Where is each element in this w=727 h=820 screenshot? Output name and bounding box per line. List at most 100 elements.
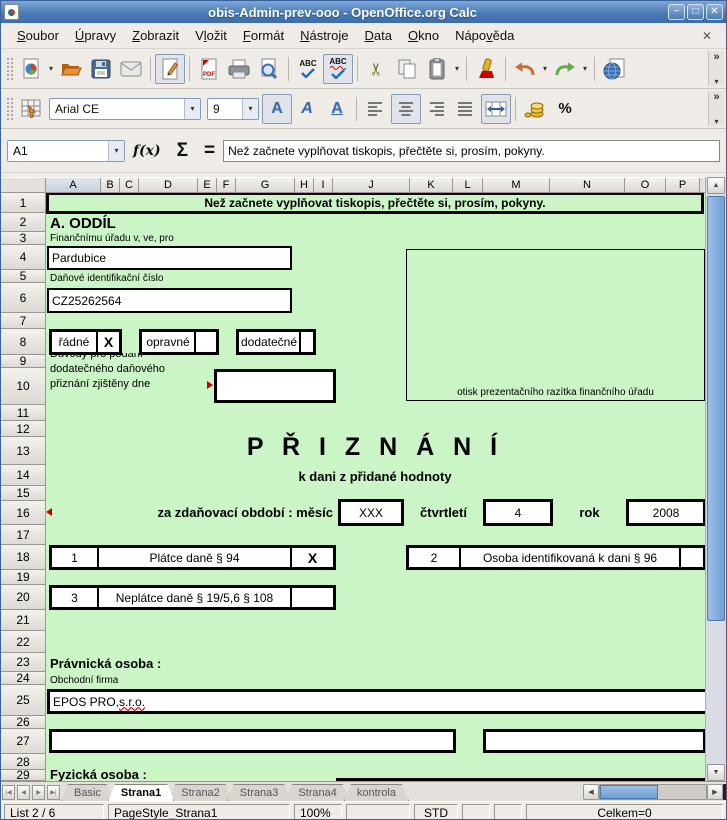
toolbar-grip[interactable] [6, 97, 13, 121]
formula-input[interactable]: Než začnete vyplňovat tiskopis, přečtěte… [223, 140, 720, 162]
type1-check[interactable]: X [290, 548, 333, 567]
sheet-canvas[interactable]: Než začnete vyplňovat tiskopis, přečtěte… [46, 193, 705, 781]
column-header[interactable]: K [410, 178, 453, 192]
equals-icon[interactable]: = [204, 140, 215, 162]
previous-sheet-icon[interactable]: ◀ [17, 785, 30, 800]
bold-button[interactable]: A [262, 94, 292, 124]
column-header[interactable]: D [139, 178, 198, 192]
hyperlink-button[interactable] [599, 54, 629, 84]
name-box-dropdown-icon[interactable]: ▾ [108, 141, 124, 161]
quarter-field[interactable]: 4 [483, 499, 553, 526]
tax-id-field[interactable]: CZ25262564 [47, 288, 292, 313]
row-header[interactable]: 2 [1, 213, 45, 232]
undo-dropdown-icon[interactable]: ▾ [540, 64, 550, 73]
menu-soubor[interactable]: Soubor [9, 25, 67, 46]
menu-napoveda[interactable]: Nápověda [447, 25, 522, 46]
horizontal-scroll-track[interactable] [599, 784, 707, 800]
cell-a1-selected[interactable]: Než začnete vyplňovat tiskopis, přečtěte… [47, 193, 703, 213]
sum-icon[interactable]: Σ [177, 140, 188, 162]
next-sheet-icon[interactable]: ▶ [32, 785, 45, 800]
vertical-scrollbar[interactable]: ▲ ▼ [705, 177, 726, 781]
align-justify-button[interactable] [451, 94, 481, 124]
menu-upravy[interactable]: Úpravy [67, 25, 124, 46]
type3-box[interactable]: 3 Neplátce daně § 19/5,6 § 108 [49, 585, 336, 610]
toolbar-more-icon[interactable]: ▾ [714, 77, 718, 86]
column-header[interactable]: G [236, 178, 295, 192]
menu-okno[interactable]: Okno [400, 25, 447, 46]
column-header[interactable]: C [120, 178, 139, 192]
row-header[interactable]: 29 [1, 770, 45, 781]
redo-dropdown-icon[interactable]: ▾ [580, 64, 590, 73]
row-header[interactable]: 12 [1, 421, 45, 437]
pane-splitter[interactable] [723, 784, 726, 800]
tab-basic[interactable]: Basic [61, 784, 114, 801]
type2-check[interactable] [679, 548, 703, 567]
year-field[interactable]: 2008 [626, 499, 705, 526]
row-header[interactable]: 26 [1, 716, 45, 729]
column-header[interactable]: P [666, 178, 700, 192]
type1-box[interactable]: 1 Plátce daně § 94 X [49, 545, 336, 570]
row-header[interactable]: 9 [1, 355, 45, 368]
scroll-up-icon[interactable]: ▲ [707, 177, 725, 194]
row-header[interactable]: 15 [1, 486, 45, 501]
close-document-icon[interactable]: ✕ [696, 29, 718, 43]
column-header[interactable]: N [550, 178, 625, 192]
menu-nastroje[interactable]: Nástroje [292, 25, 356, 46]
row-header[interactable]: 4 [1, 245, 45, 270]
page-preview-button[interactable] [254, 54, 284, 84]
horizontal-scroll-thumb[interactable] [600, 785, 658, 799]
type2-box[interactable]: 2 Osoba identifikovaná k dani § 96 [406, 545, 705, 570]
tab-kontrola[interactable]: kontrola [344, 784, 409, 801]
email-button[interactable] [116, 54, 146, 84]
tab-strana3[interactable]: Strana3 [227, 784, 292, 801]
toolbar-overflow-icon[interactable]: » [713, 51, 719, 63]
column-header[interactable]: B [101, 178, 120, 192]
row-header[interactable]: 3 [1, 232, 45, 245]
minimize-button[interactable]: − [668, 4, 685, 20]
column-header[interactable]: M [483, 178, 550, 192]
underline-button[interactable]: A [322, 94, 352, 124]
menu-format[interactable]: Formát [235, 25, 292, 46]
row-header[interactable]: 5 [1, 270, 45, 283]
opravne-check[interactable] [194, 332, 216, 352]
radne-check[interactable]: X [96, 332, 119, 352]
font-name-combo[interactable]: Arial CE ▾ [49, 98, 201, 120]
row-header[interactable]: 1 [1, 193, 45, 213]
align-center-button[interactable] [391, 94, 421, 124]
format-paintbrush-button[interactable] [471, 54, 501, 84]
toolbar-overflow-icon[interactable]: » [713, 91, 719, 103]
row-header[interactable]: 7 [1, 313, 45, 329]
vertical-scroll-thumb[interactable] [707, 196, 725, 621]
office-field[interactable]: Pardubice [47, 246, 292, 270]
row-header[interactable]: 24 [1, 672, 45, 685]
cut-button[interactable]: ✂ [362, 54, 392, 84]
save-button[interactable] [86, 54, 116, 84]
checkbox-dodatecne[interactable]: dodatečné [236, 329, 316, 355]
zoom-level[interactable]: 100% [294, 804, 342, 820]
row-header[interactable]: 13 [1, 437, 45, 465]
row-header[interactable]: 25 [1, 685, 45, 716]
name-box[interactable]: A1 ▾ [7, 140, 125, 162]
row-header[interactable]: 10 [1, 368, 45, 405]
row-header[interactable]: 22 [1, 631, 45, 653]
column-header[interactable]: F [217, 178, 236, 192]
font-size-dropdown-icon[interactable]: ▾ [242, 99, 258, 119]
close-button[interactable]: ✕ [706, 4, 723, 20]
redo-button[interactable] [550, 54, 580, 84]
row-header[interactable]: 23 [1, 653, 45, 672]
auto-spellcheck-button[interactable]: ABC [323, 54, 353, 84]
row-header[interactable]: 18 [1, 545, 45, 570]
maximize-button[interactable]: □ [687, 4, 704, 20]
menu-vlozit[interactable]: Vložit [187, 25, 235, 46]
print-button[interactable] [224, 54, 254, 84]
merge-cells-button[interactable] [481, 94, 511, 124]
selection-mode[interactable]: STD [414, 804, 458, 820]
type3-check[interactable] [290, 588, 333, 607]
row-header[interactable]: 8 [1, 329, 45, 355]
toolbar-more-icon[interactable]: ▾ [714, 117, 718, 126]
open-button[interactable] [56, 54, 86, 84]
dodatecne-check[interactable] [299, 332, 313, 352]
column-header[interactable]: A [46, 178, 101, 192]
extra-field-right[interactable] [483, 729, 705, 753]
row-header[interactable]: 17 [1, 525, 45, 545]
